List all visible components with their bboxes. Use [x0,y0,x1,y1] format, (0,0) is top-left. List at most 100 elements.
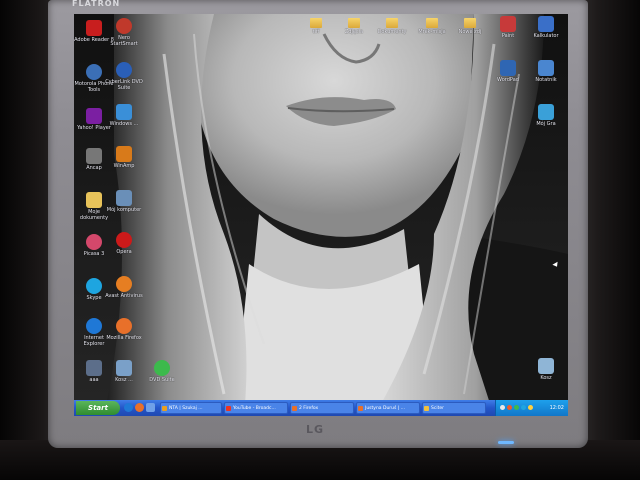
icon-label: Dokumenty [377,29,407,35]
tray-status-icon[interactable] [514,405,519,410]
task-label: 2 Firefox [299,406,319,411]
desktop-icon[interactable]: Nero StartSmart [104,18,144,47]
taskbar-task[interactable]: Sciter [422,402,486,414]
game-icon [538,104,554,120]
taskbar: Start NTA | Szukaj ... YouTube - Broadc.… [74,400,568,416]
my-computer-icon [116,190,132,206]
documents-icon [86,192,102,208]
icon-label: Nowe zdj [458,29,482,35]
notepad-icon [538,60,554,76]
start-button[interactable]: Start [76,401,120,415]
taskbar-task[interactable]: YouTube - Broadc... [224,402,288,414]
desktop-icon[interactable]: Mój komputer [104,190,144,213]
room-background-right [580,0,640,480]
desktop-icon[interactable]: Kalkulator [526,16,566,39]
icon-label: Kosz ... [115,377,133,383]
windows-app-icon [116,104,132,120]
firefox-icon [116,318,132,334]
desktop-icon[interactable]: WordPad [488,60,528,83]
quick-launch-firefox-icon[interactable] [135,403,144,412]
taskbar-task[interactable]: Justyna Duruś | ... [356,402,420,414]
desktop-icon[interactable]: Mój Gra [526,104,566,127]
icon-label: Mozilla Firefox [106,335,142,341]
tray-skype-icon[interactable] [521,405,526,410]
cyberlink-icon [116,62,132,78]
desktop-folder[interactable]: Dokumenty [372,16,412,35]
nero-icon [116,18,132,34]
icon-label: CyberLink DVD Suite [105,79,143,91]
avast-icon [116,276,132,292]
folder-icon [426,18,438,28]
adobe-reader-icon [86,20,102,36]
recycle-bin-icon [538,358,554,374]
tray-avast-icon[interactable] [507,405,512,410]
icon-label: Mój komputer [106,207,142,213]
desktop-icon[interactable]: Windows ... [104,104,144,127]
task-label: Justyna Duruś | ... [365,406,406,411]
folder-icon [386,18,398,28]
desktop-icon[interactable]: Avast Antivirus [104,276,144,299]
icon-label: Zdjęcia [344,29,364,35]
tray-network-icon[interactable] [500,405,505,410]
desktop-icon[interactable]: DVD Suite [142,360,182,383]
icon-label: WordPad [497,77,519,83]
desktop-folder[interactable]: Mrek-misja [412,16,452,35]
task-label: NTA | Szukaj ... [169,406,203,411]
tray-volume-icon[interactable] [528,405,533,410]
shortcut-icon [86,360,102,376]
desktop-folder[interactable]: Nowe zdj [450,16,490,35]
desktop-icon[interactable]: Notatnik [526,60,566,83]
dvd-icon [154,360,170,376]
desktop-icon[interactable]: Paint [488,16,528,39]
folder-icon [348,18,360,28]
monitor-screen: Adobe Reader 8 Motorola Phone Tools Yaho… [74,14,568,416]
desktop-icon[interactable]: Kosz ... [104,360,144,383]
task-app-icon [292,406,297,411]
icon-label: Nero StartSmart [110,35,138,47]
folder-icon [310,18,322,28]
wordpad-icon [500,60,516,76]
icon-label: Kosz [540,375,552,381]
opera-icon [116,232,132,248]
skype-icon [86,278,102,294]
ancap-icon [86,148,102,164]
monitor-logo: LG [306,423,325,436]
desktop-icon[interactable]: CyberLink DVD Suite [104,62,144,91]
icon-label: Mój Gra [536,121,556,127]
icon-label: Mrek-misja [418,29,446,35]
quick-launch-desktop-icon[interactable] [146,403,155,412]
icon-label: Paint [501,33,515,39]
desktop-icon[interactable]: Kosz [526,358,566,381]
quick-launch-ie-icon[interactable] [124,403,133,412]
calculator-icon [538,16,554,32]
icon-label: Notatnik [535,77,557,83]
icon-label: tiff [312,29,320,35]
winamp-icon [116,146,132,162]
internet-explorer-icon [86,318,102,334]
desktop-icon[interactable]: Mozilla Firefox [104,318,144,341]
icon-label: WinAmp [113,163,135,169]
task-app-icon [358,406,363,411]
desktop-icon[interactable]: WinAmp [104,146,144,169]
taskbar-clock[interactable]: 12:02 [550,400,564,416]
desktop-folder[interactable]: tiff [296,16,336,35]
phone-tools-icon [86,64,102,80]
yahoo-player-icon [86,108,102,124]
folder-icon [464,18,476,28]
paint-icon [500,16,516,32]
taskbar-task[interactable]: NTA | Szukaj ... [160,402,222,414]
picasa-icon [86,234,102,250]
icon-label: Kalkulator [533,33,559,39]
system-tray: 12:02 [495,400,568,416]
monitor-brand: FLATRON [72,0,121,8]
icon-label: Avast Antivirus [105,293,143,299]
task-app-icon [162,406,167,411]
power-led [498,441,514,444]
icon-label: Opera [116,249,132,255]
desktop-folder[interactable]: Zdjęcia [334,16,374,35]
taskbar-task[interactable]: 2 Firefox [290,402,354,414]
desktop-icon[interactable]: Opera [104,232,144,255]
task-app-icon [424,406,429,411]
task-app-icon [226,406,231,411]
task-label: Sciter [431,406,444,411]
